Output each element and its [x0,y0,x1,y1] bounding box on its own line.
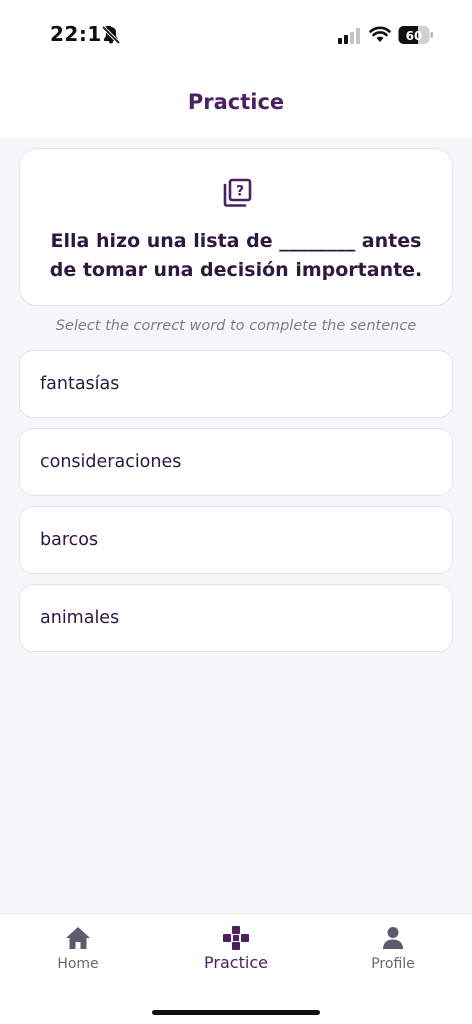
nav-home-label: Home [57,956,99,972]
answer-option-barcos[interactable]: barcos [19,506,453,574]
page-title: Practice [187,90,285,114]
answer-option-animales[interactable]: animales [19,584,453,652]
answer-option-consideraciones[interactable]: consideraciones [19,428,453,496]
nav-home[interactable]: Home [18,914,138,994]
question-text: Ella hizo una lista de ________ antes de… [49,230,423,281]
cellular-signal-icon [338,28,362,48]
gamepad-icon [223,926,249,950]
bottom-nav: Home Practice Profile [0,913,472,1024]
nav-profile[interactable]: Profile [333,914,453,994]
muted-bell-icon [101,25,121,49]
question-card: ? Ella hizo una lista de ________ antes … [19,148,453,306]
instruction-text: Select the correct word to complete the … [55,318,417,334]
nav-practice-label: Practice [204,953,268,972]
top-app-bar: Practice [0,68,472,138]
home-indicator[interactable] [152,1010,320,1015]
nav-profile-label: Profile [371,956,415,972]
nav-practice[interactable]: Practice [176,914,296,994]
home-icon [65,926,91,950]
svg-text:?: ? [236,184,244,200]
battery-icon: 60 [398,25,434,49]
battery-level: 60 [406,29,423,43]
question-cards-icon: ? [221,177,253,213]
answer-option-fantasias[interactable]: fantasías [19,350,453,418]
status-bar: 22:11 60 [0,0,472,68]
wifi-icon [369,25,391,47]
person-icon [380,926,406,950]
